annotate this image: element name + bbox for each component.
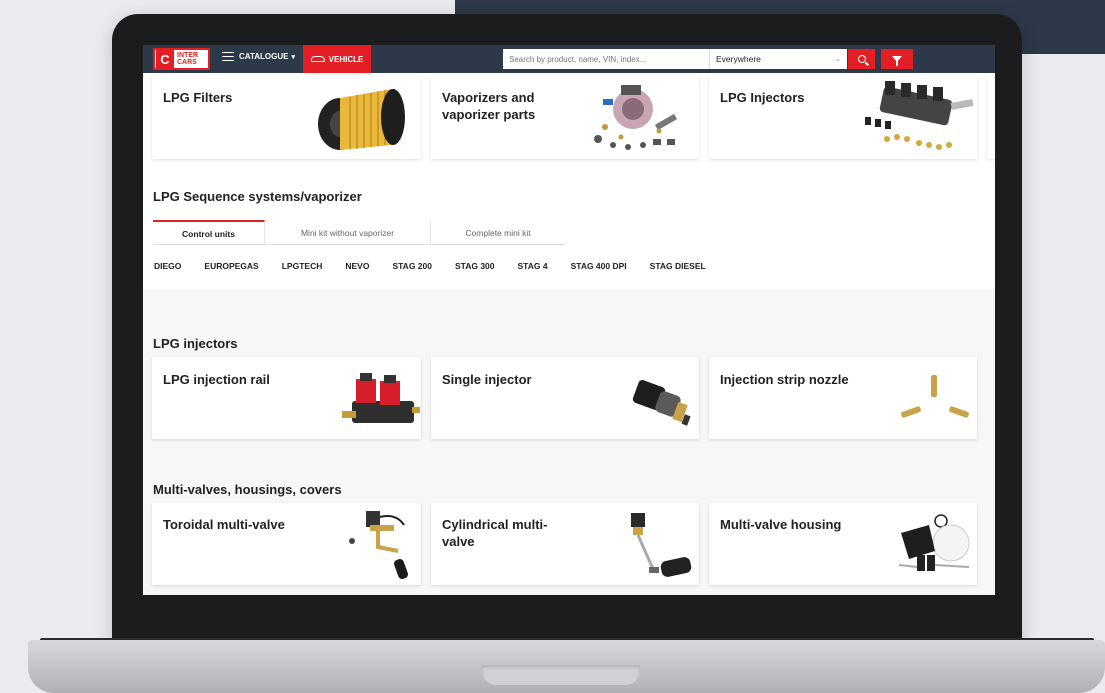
brand-link[interactable]: STAG 400 DPI xyxy=(571,261,627,271)
card-title: Multi-valve housing xyxy=(720,517,842,532)
category-card-multi-valve-housing[interactable]: Multi-valve housing xyxy=(709,503,977,585)
vaporizer-kit-image xyxy=(594,85,678,150)
category-card-partial[interactable] xyxy=(987,75,995,159)
card-title: LPG Injectors xyxy=(720,90,805,105)
section-title-injectors: LPG injectors xyxy=(153,336,238,351)
brand-link[interactable]: EUROPEGAS xyxy=(204,261,258,271)
chevron-down-icon: ⌄ xyxy=(835,56,841,63)
category-card-injection-strip-nozzle[interactable]: Injection strip nozzle xyxy=(709,357,977,439)
single-injector-image xyxy=(632,380,691,426)
category-card-lpg-filters[interactable]: LPG Filters xyxy=(152,75,421,159)
lpg-filter-image xyxy=(318,89,405,150)
category-card-lpg-injectors[interactable]: LPG Injectors xyxy=(709,75,977,159)
card-title: Injection strip nozzle xyxy=(720,372,849,387)
search-scope-select[interactable]: Everywhere ⌄ xyxy=(709,49,847,69)
tab-complete-mini-kit[interactable]: Complete mini kit xyxy=(431,220,565,245)
toroidal-valve-image xyxy=(349,511,408,579)
filter-button[interactable] xyxy=(881,49,913,69)
card-title: Cylindrical multi-valve xyxy=(442,517,548,549)
injector-rail-image xyxy=(865,81,974,150)
section-title-sequence: LPG Sequence systems/vaporizer xyxy=(153,189,362,204)
logo-text: INTER CARS xyxy=(177,52,198,66)
hamburger-icon xyxy=(222,52,234,61)
card-title: LPG injection rail xyxy=(163,372,270,387)
laptop-notch xyxy=(482,665,640,685)
vehicle-button[interactable]: VEHICLE xyxy=(303,45,371,73)
filter-icon xyxy=(892,56,902,66)
intercars-logo[interactable]: C INTER CARS xyxy=(153,48,210,70)
card-title: Toroidal multi-valve xyxy=(163,517,285,532)
category-card-vaporizers[interactable]: Vaporizers and vaporizer parts xyxy=(431,75,699,159)
category-card-single-injector[interactable]: Single injector xyxy=(431,357,699,439)
card-title: LPG Filters xyxy=(163,90,233,105)
search-button[interactable] xyxy=(848,49,875,69)
chevron-down-icon: ▾ xyxy=(291,53,295,61)
sequence-tabs: Control units Mini kit without vaporizer… xyxy=(153,220,565,245)
category-card-toroidal-multi-valve[interactable]: Toroidal multi-valve xyxy=(152,503,421,585)
housing-image xyxy=(898,514,970,571)
brand-link[interactable]: DIEGO xyxy=(154,261,181,271)
brand-list: DIEGO EUROPEGAS LPGTECH NEVO STAG 200 ST… xyxy=(154,261,729,271)
category-card-injection-rail[interactable]: LPG injection rail xyxy=(152,357,421,439)
section-title-multivalves: Multi-valves, housings, covers xyxy=(153,482,342,497)
screen: C INTER CARS CATALOGUE ▾ VEHICLE Everywh… xyxy=(143,45,995,595)
card-title: Vaporizers and vaporizer parts xyxy=(442,90,536,122)
tab-mini-kit-without-vaporizer[interactable]: Mini kit without vaporizer xyxy=(265,220,431,245)
category-card-cylindrical-multi-valve[interactable]: Cylindrical multi-valve xyxy=(431,503,699,585)
brand-link[interactable]: STAG DIESEL xyxy=(650,261,706,271)
brand-link[interactable]: NEVO xyxy=(345,261,369,271)
search-input[interactable] xyxy=(503,49,709,69)
brand-link[interactable]: STAG 4 xyxy=(518,261,548,271)
top-navbar: C INTER CARS CATALOGUE ▾ VEHICLE Everywh… xyxy=(143,45,995,73)
nozzle-image xyxy=(901,375,969,418)
logo-c-icon: C xyxy=(156,50,174,68)
catalogue-button[interactable]: CATALOGUE ▾ xyxy=(222,52,295,61)
tab-control-units[interactable]: Control units xyxy=(153,220,265,245)
brand-link[interactable]: LPGTECH xyxy=(282,261,323,271)
search-icon xyxy=(857,55,866,63)
injection-rail-image xyxy=(342,373,420,423)
brand-link[interactable]: STAG 200 xyxy=(392,261,432,271)
cylindrical-valve-image xyxy=(631,513,692,577)
brand-link[interactable]: STAG 300 xyxy=(455,261,495,271)
car-icon xyxy=(310,56,325,62)
card-title: Single injector xyxy=(442,372,532,387)
